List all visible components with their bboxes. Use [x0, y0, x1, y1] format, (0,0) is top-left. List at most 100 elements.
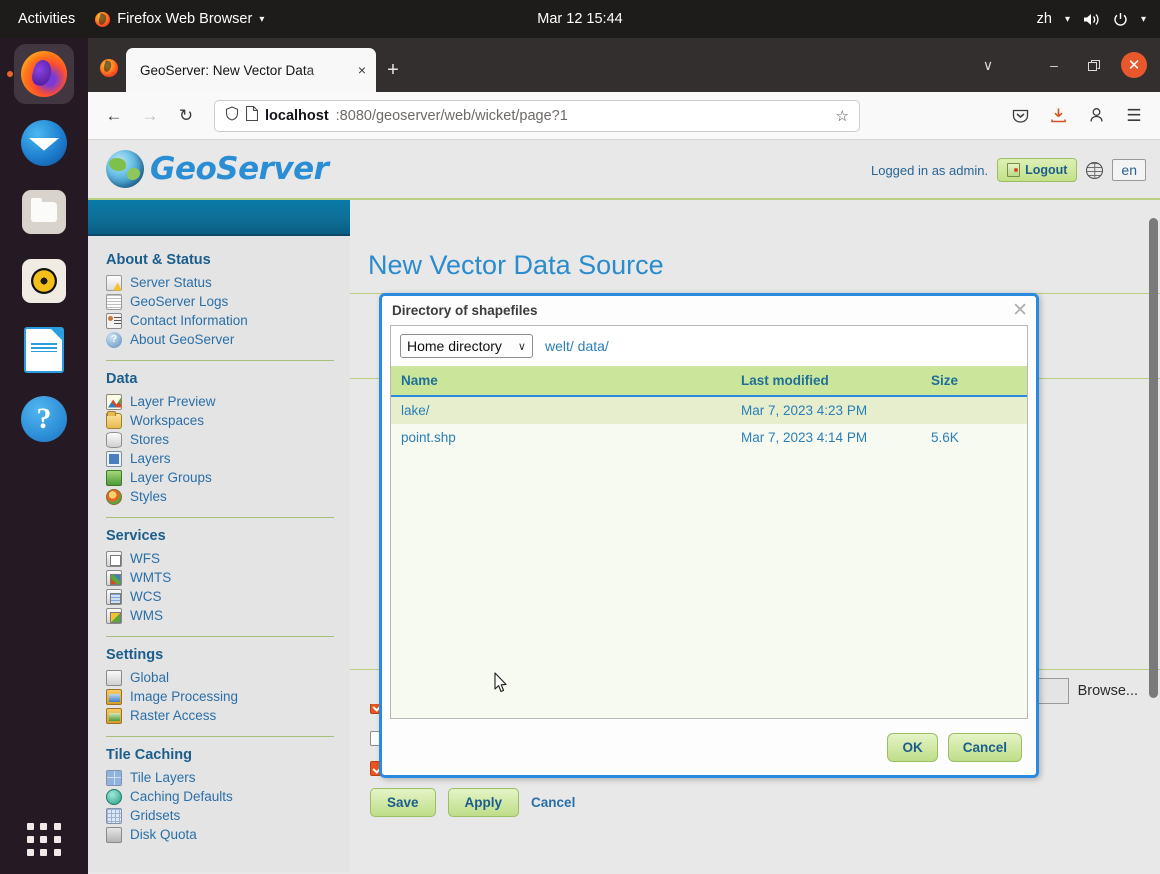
- sidebar-item-image-processing[interactable]: Image Processing: [106, 687, 350, 706]
- header-login-area: Logged in as admin. Logout en: [871, 140, 1146, 200]
- sidebar-item-label: Layer Groups: [130, 470, 212, 485]
- sidebar-item-disk-quota[interactable]: Disk Quota: [106, 825, 350, 844]
- restore-button[interactable]: [1076, 48, 1112, 82]
- grid-dot-icon: [27, 823, 34, 830]
- url-bar[interactable]: localhost:8080/geoserver/web/wicket/page…: [214, 99, 860, 132]
- globe-logo-icon: [106, 150, 144, 188]
- sidebar-item-wcs[interactable]: WCS: [106, 587, 350, 606]
- sidebar-item-label: Styles: [130, 489, 167, 504]
- form-actions: Save Apply Cancel: [350, 776, 1160, 817]
- sidebar-heading-data: Data: [106, 371, 138, 387]
- sidebar-item-raster-access[interactable]: Raster Access: [106, 706, 350, 725]
- sidebar-item-layer-preview[interactable]: Layer Preview: [106, 392, 350, 411]
- sidebar-item-caching-defaults[interactable]: Caching Defaults: [106, 787, 350, 806]
- sidebar-heading-services: Services: [106, 528, 166, 544]
- sidebar-item-server-status[interactable]: Server Status: [106, 273, 350, 292]
- volume-icon[interactable]: [1083, 12, 1100, 27]
- sidebar-item-tile-layers[interactable]: Tile Layers: [106, 768, 350, 787]
- sidebar-item-label: WMTS: [130, 570, 172, 585]
- logout-label: Logout: [1025, 163, 1068, 177]
- power-icon[interactable]: [1113, 12, 1128, 27]
- sidebar-divider: [106, 360, 334, 361]
- column-header-size[interactable]: Size: [921, 366, 1027, 397]
- cancel-link[interactable]: Cancel: [531, 795, 575, 810]
- forward-button[interactable]: →: [134, 100, 166, 132]
- sidebar-item-wms[interactable]: WMS: [106, 606, 350, 625]
- table-row[interactable]: point.shp Mar 7, 2023 4:14 PM 5.6K: [391, 424, 1027, 451]
- sidebar-item-workspaces[interactable]: Workspaces: [106, 410, 350, 430]
- cancel-button[interactable]: Cancel: [947, 732, 1022, 762]
- dock-item-libreoffice-impress[interactable]: [14, 320, 74, 380]
- sidebar-item-global[interactable]: Global: [106, 668, 350, 687]
- layers-icon: [106, 450, 122, 467]
- minimize-button[interactable]: –: [1036, 48, 1072, 82]
- new-tab-button[interactable]: +: [376, 48, 410, 92]
- sidebar-item-about-geoserver[interactable]: About GeoServer: [106, 330, 350, 349]
- browser-tab[interactable]: GeoServer: New Vector Data ×: [126, 48, 376, 92]
- page-scrollbar[interactable]: [1147, 218, 1160, 698]
- dock-item-firefox[interactable]: [14, 44, 74, 104]
- close-icon[interactable]: ✕: [1012, 301, 1028, 320]
- reload-button[interactable]: ↻: [170, 100, 202, 132]
- close-icon: ✕: [1121, 52, 1147, 78]
- back-button[interactable]: ←: [98, 100, 130, 132]
- logout-button[interactable]: Logout: [997, 158, 1078, 182]
- wms-icon: [106, 607, 122, 624]
- account-icon[interactable]: [1080, 100, 1112, 132]
- sidebar-item-wmts[interactable]: WMTS: [106, 568, 350, 587]
- sidebar-item-label: WFS: [130, 551, 160, 566]
- bookmark-star-icon[interactable]: ☆: [836, 107, 849, 125]
- geoserver-header: GeoServer Logged in as admin. Logout en: [88, 140, 1160, 200]
- show-applications-button[interactable]: [27, 823, 61, 856]
- sidebar-item-styles[interactable]: Styles: [106, 487, 350, 506]
- sidebar-item-contact-information[interactable]: Contact Information: [106, 311, 350, 330]
- dock-item-thunderbird[interactable]: [14, 113, 74, 173]
- sidebar-item-gridsets[interactable]: Gridsets: [106, 806, 350, 825]
- list-all-tabs-button[interactable]: ∨: [970, 48, 1006, 82]
- sidebar-item-label: Disk Quota: [130, 827, 197, 842]
- root-directory-select[interactable]: Home directory ∨: [400, 334, 533, 358]
- ok-button[interactable]: OK: [887, 732, 938, 762]
- close-icon[interactable]: ×: [356, 63, 368, 77]
- sidebar-divider: [106, 636, 334, 637]
- cell-name[interactable]: point.shp: [391, 424, 731, 451]
- sidebar-divider: [106, 517, 334, 518]
- geoserver-logo[interactable]: GeoServer: [88, 150, 329, 188]
- breadcrumb[interactable]: welt/ data/: [545, 338, 609, 354]
- activities-button[interactable]: Activities: [0, 11, 95, 27]
- apply-button[interactable]: Apply: [447, 788, 520, 817]
- table-row[interactable]: lake/ Mar 7, 2023 4:23 PM: [391, 396, 1027, 424]
- sidebar-item-label: Gridsets: [130, 808, 181, 823]
- save-button[interactable]: Save: [370, 788, 436, 817]
- column-header-last-modified[interactable]: Last modified: [731, 366, 921, 397]
- cell-name[interactable]: lake/: [391, 396, 731, 424]
- keyboard-layout-indicator[interactable]: zh: [1037, 11, 1052, 27]
- app-menu-firefox[interactable]: Firefox Web Browser ▾: [95, 11, 264, 27]
- pocket-icon[interactable]: [1004, 100, 1036, 132]
- browse-button[interactable]: Browse...: [1078, 683, 1138, 699]
- sidebar-item-geoserver-logs[interactable]: GeoServer Logs: [106, 292, 350, 311]
- thunderbird-icon: [21, 120, 67, 166]
- sidebar-item-label: About GeoServer: [130, 332, 235, 347]
- close-button[interactable]: ✕: [1116, 48, 1152, 82]
- wfs-icon: [106, 550, 122, 567]
- about-icon: [106, 331, 122, 348]
- url-path: :8080/geoserver/web/wicket/page?1: [335, 107, 568, 124]
- dock-item-files[interactable]: [14, 182, 74, 242]
- caching-defaults-icon: [106, 788, 122, 805]
- chevron-down-icon[interactable]: ▾: [1141, 14, 1146, 25]
- sidebar-item-layers[interactable]: Layers: [106, 449, 350, 468]
- scrollbar-thumb[interactable]: [1149, 218, 1158, 698]
- downloads-icon[interactable]: [1042, 100, 1074, 132]
- dock-item-rhythmbox[interactable]: [14, 251, 74, 311]
- sidebar-item-layer-groups[interactable]: Layer Groups: [106, 468, 350, 487]
- sidebar-item-wfs[interactable]: WFS: [106, 549, 350, 568]
- column-header-name[interactable]: Name: [391, 366, 731, 397]
- app-menu-button[interactable]: ☰: [1118, 100, 1150, 132]
- sidebar-item-stores[interactable]: Stores: [106, 430, 350, 449]
- sidebar-item-label: Raster Access: [130, 708, 217, 723]
- language-selector[interactable]: en: [1112, 159, 1146, 181]
- logout-icon: [1007, 163, 1021, 177]
- directory-toolbar: Home directory ∨ welt/ data/: [391, 326, 1027, 366]
- dock-item-help[interactable]: ?: [14, 389, 74, 449]
